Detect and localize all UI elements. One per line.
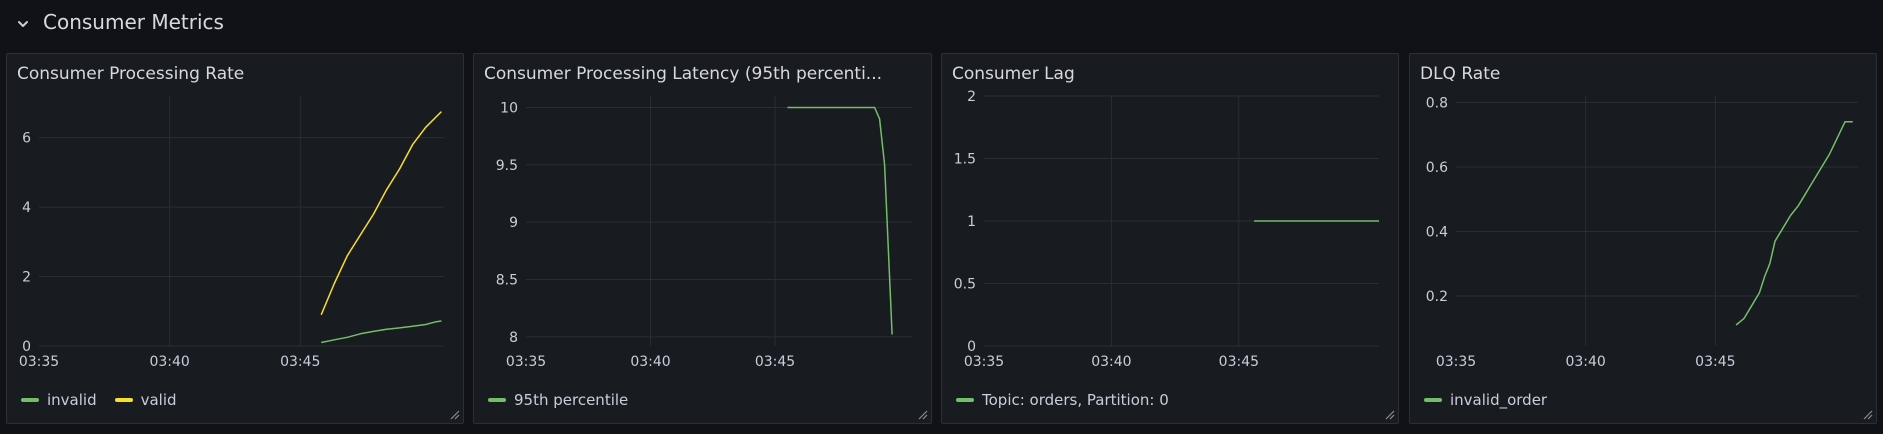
- y-tick-label: 0: [22, 339, 31, 355]
- x-tick-label: 03:45: [755, 354, 795, 370]
- legend: invalid_order: [1424, 391, 1547, 409]
- y-tick-label: 9.5: [496, 158, 518, 174]
- x-tick-label: 03:40: [630, 354, 670, 370]
- panel-consumer-processing-rate[interactable]: Consumer Processing Rate 03:35 03:40 03:45…: [6, 53, 464, 424]
- y-tick-label: 6: [22, 131, 31, 147]
- legend: 95th percentile: [488, 391, 628, 409]
- legend-label: invalid_order: [1450, 391, 1548, 409]
- y-tick-label: 9: [509, 215, 518, 231]
- y-tick-label: 0.8: [1426, 95, 1448, 111]
- y-tick-label: 8: [509, 330, 518, 346]
- resize-handle-icon[interactable]: [448, 408, 460, 420]
- y-tick-label: 0: [967, 339, 976, 355]
- legend-label: 95th percentile: [514, 391, 629, 409]
- x-tick-label: 03:35: [964, 354, 1004, 370]
- row-title[interactable]: Consumer Metrics: [43, 10, 224, 34]
- y-tick-label: 8.5: [496, 272, 518, 288]
- x-tick-label: 03:45: [1219, 354, 1259, 370]
- y-tick-label: 2: [967, 89, 976, 105]
- chart-consumer-processing-rate: 03:35 03:40 03:45 0 2 4 6: [19, 96, 444, 370]
- series-line-invalid[interactable]: [321, 320, 442, 344]
- x-tick-label: 03:40: [1565, 354, 1605, 370]
- chevron-down-icon[interactable]: [16, 17, 30, 31]
- legend-label: invalid: [47, 391, 97, 409]
- y-tick-label: 2: [22, 270, 31, 286]
- y-tick-label: 4: [22, 200, 31, 216]
- y-tick-label: 1.5: [954, 152, 976, 168]
- legend-item-topic-orders[interactable]: Topic: orders, Partition: 0: [956, 391, 1169, 409]
- legend-swatch: [956, 398, 974, 402]
- x-tick-label: 03:40: [149, 354, 189, 370]
- legend-swatch: [114, 398, 133, 402]
- panel-consumer-lag[interactable]: Consumer Lag 03:35 03:40 03:45 0 0.5 1 1.5 2 To…: [941, 53, 1399, 424]
- legend-swatch: [1424, 398, 1442, 402]
- x-tick-label: 03:35: [506, 354, 546, 370]
- y-tick-label: 10: [500, 100, 518, 116]
- legend-swatch: [488, 398, 506, 402]
- series-line-valid[interactable]: [320, 111, 442, 316]
- x-tick-label: 03:40: [1091, 354, 1131, 370]
- y-tick-label: 0.4: [1426, 224, 1448, 240]
- chart-consumer-lag: 03:35 03:40 03:45 0 0.5 1 1.5 2: [954, 89, 1379, 370]
- panel-consumer-processing-latency[interactable]: Consumer Processing Latency (95th percen…: [473, 53, 932, 424]
- legend-item-invalid-order[interactable]: invalid_order: [1424, 391, 1547, 409]
- row-header[interactable]: Consumer Metrics: [0, 0, 1883, 46]
- y-tick-label: 0.5: [954, 277, 976, 293]
- y-tick-label: 0.6: [1426, 160, 1448, 176]
- series-line-95th-percentile[interactable]: [787, 106, 893, 335]
- resize-handle-icon[interactable]: [916, 408, 928, 420]
- chart-dlq-rate: 03:35 03:40 03:45 0.2 0.4 0.6 0.8: [1426, 95, 1858, 370]
- x-tick-label: 03:45: [280, 354, 320, 370]
- y-tick-label: 1: [967, 214, 976, 230]
- legend: Topic: orders, Partition: 0: [956, 391, 1169, 409]
- series-line-invalid-order[interactable]: [1735, 121, 1853, 326]
- chart-consumer-processing-latency: 03:35 03:40 03:45 8 8.5 9 9.5 10: [496, 96, 912, 370]
- resize-handle-icon[interactable]: [1383, 408, 1395, 420]
- legend-item-95th-percentile[interactable]: 95th percentile: [488, 391, 628, 409]
- panel-dlq-rate[interactable]: DLQ Rate 03:35 03:40 03:45 0.2 0.4 0.6 0.8 inv…: [1409, 53, 1877, 424]
- y-tick-label: 0.2: [1426, 289, 1448, 305]
- legend-label: Topic: orders, Partition: 0: [982, 391, 1169, 409]
- legend: invalid valid: [21, 391, 177, 409]
- legend-label: valid: [140, 391, 177, 409]
- x-tick-label: 03:35: [1436, 354, 1476, 370]
- legend-swatch: [21, 398, 39, 402]
- legend-item-valid[interactable]: valid: [114, 391, 177, 409]
- legend-item-invalid[interactable]: invalid: [21, 391, 97, 409]
- x-tick-label: 03:45: [1695, 354, 1735, 370]
- resize-handle-icon[interactable]: [1861, 408, 1873, 420]
- x-tick-label: 03:35: [19, 354, 59, 370]
